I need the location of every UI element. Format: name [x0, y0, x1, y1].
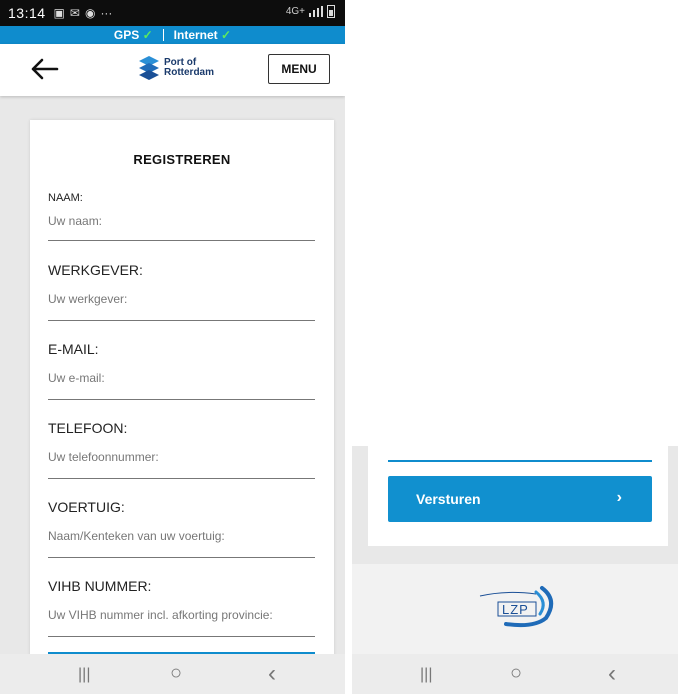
- port-of-rotterdam-logo: Port of Rotterdam: [138, 55, 214, 81]
- internet-check-icon: ✓: [221, 28, 232, 42]
- nav-back-icon-2[interactable]: ‹: [608, 660, 616, 688]
- email-input[interactable]: Uw e-mail:: [48, 367, 315, 389]
- system-indicators: 4G+: [286, 5, 335, 18]
- chevron-right-icon: ›: [616, 489, 622, 506]
- footer: LZP: [352, 564, 678, 654]
- name-input[interactable]: Uw naam:: [48, 210, 315, 232]
- battery-icon: [327, 5, 335, 18]
- submit-label: Versturen: [416, 491, 481, 507]
- vehicle-field[interactable]: VOERTUIG: Naam/Kenteken van uw voertuig:: [48, 499, 315, 558]
- gps-status: GPS ✓: [113, 28, 153, 42]
- form-title: REGISTREREN: [133, 152, 231, 167]
- phone-label: TELEFOON:: [48, 420, 128, 436]
- phone-underline: [48, 478, 315, 479]
- recents-icon[interactable]: |||: [78, 666, 90, 684]
- vihb-label: VIHB NUMMER:: [48, 578, 152, 594]
- gallery-icon: ▣: [53, 6, 65, 20]
- nav-back-icon[interactable]: ‹: [268, 660, 276, 688]
- submit-screen: Versturen › LZP: [352, 446, 678, 654]
- email-underline: [48, 399, 315, 400]
- vihb-underline: [48, 636, 315, 637]
- employer-field[interactable]: WERKGEVER: Uw werkgever:: [48, 262, 315, 321]
- name-underline: [48, 240, 315, 241]
- vihb-input[interactable]: Uw VIHB nummer incl. afkorting provincie…: [48, 604, 315, 626]
- more-notifications: ···: [100, 6, 113, 20]
- phone-field[interactable]: TELEFOON: Uw telefoonnummer:: [48, 420, 315, 479]
- vihb-field[interactable]: VIHB NUMMER: Uw VIHB nummer incl. afkort…: [48, 578, 315, 637]
- registration-screen: 13:14 ▣ ✉ ◉ ··· 4G+ GPS ✓ Internet ✓ Por…: [0, 0, 345, 694]
- app-header: Port of Rotterdam MENU: [0, 44, 345, 96]
- logo-line-2: Rotterdam: [164, 67, 215, 78]
- lzp-logo-text: LZP: [502, 602, 529, 617]
- name-label: NAAM:: [48, 192, 83, 204]
- home-icon[interactable]: ○: [170, 662, 182, 685]
- android-nav-bar: ||| ○ ‹: [0, 654, 345, 694]
- status-bar: 13:14 ▣ ✉ ◉ ··· 4G+: [0, 0, 345, 26]
- gps-check-icon: ✓: [142, 28, 153, 42]
- email-field[interactable]: E-MAIL: Uw e-mail:: [48, 341, 315, 400]
- lzp-logo: LZP: [476, 584, 566, 635]
- status-divider: [162, 29, 164, 41]
- vehicle-label: VOERTUIG:: [48, 499, 125, 515]
- recents-icon-2[interactable]: |||: [420, 666, 432, 684]
- message-icon: ✉: [69, 6, 80, 20]
- network-type: 4G+: [285, 6, 305, 17]
- email-label: E-MAIL:: [48, 341, 99, 357]
- submit-card: Versturen ›: [368, 446, 668, 546]
- submit-button[interactable]: Versturen ›: [388, 476, 652, 522]
- phone-input[interactable]: Uw telefoonnummer:: [48, 446, 315, 468]
- back-arrow-icon[interactable]: [30, 58, 60, 80]
- home-icon-2[interactable]: ○: [510, 662, 522, 685]
- signal-icon: [309, 6, 323, 17]
- status-time: 13:14: [8, 5, 46, 21]
- menu-button[interactable]: MENU: [268, 54, 330, 84]
- port-logo-icon: [139, 56, 159, 80]
- connection-status-bar: GPS ✓ Internet ✓: [0, 26, 345, 44]
- employer-underline: [48, 320, 315, 321]
- vehicle-input[interactable]: Naam/Kenteken van uw voertuig:: [48, 525, 315, 547]
- internet-status: Internet ✓: [173, 28, 232, 42]
- employer-label: WERKGEVER:: [48, 262, 143, 278]
- android-nav-bar-2: ||| ○ ‹: [352, 654, 678, 694]
- registration-form: REGISTREREN NAAM: Uw naam: WERKGEVER: Uw…: [30, 120, 334, 680]
- last-field-underline: [388, 460, 652, 462]
- chrome-icon: ◉: [84, 6, 96, 20]
- employer-input[interactable]: Uw werkgever:: [48, 288, 315, 310]
- vehicle-underline: [48, 557, 315, 558]
- notification-icons: ▣ ✉ ◉ ···: [54, 6, 113, 20]
- name-field[interactable]: NAAM: Uw naam:: [48, 192, 315, 241]
